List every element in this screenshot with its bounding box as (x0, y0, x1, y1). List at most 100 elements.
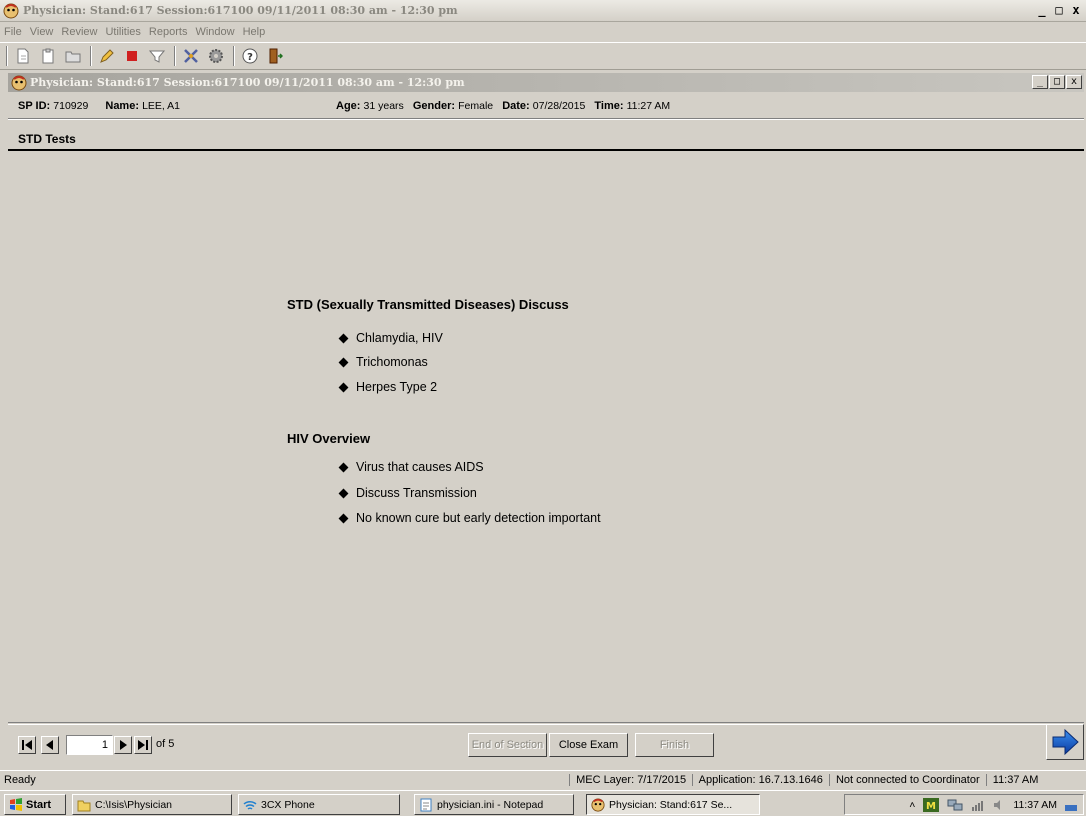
child-maximize-button[interactable]: □ (1049, 75, 1065, 89)
open-folder-button[interactable] (63, 46, 83, 66)
status-bar: Ready MEC Layer: 7/17/2015 Application: … (0, 770, 1086, 788)
new-document-button[interactable] (13, 46, 33, 66)
minimize-button[interactable]: _ (1034, 3, 1050, 17)
name-value: LEE, A1 (142, 100, 181, 112)
spid-label: SP ID: (18, 100, 51, 112)
taskbar-item-3cx-phone[interactable]: 3CX Phone (238, 794, 400, 815)
taskbar-item-notepad[interactable]: physician.ini - Notepad (414, 794, 574, 815)
next-page-button[interactable] (114, 736, 132, 754)
exit-door-icon (269, 48, 283, 64)
page-count: of 5 (156, 738, 175, 750)
toolbar-separator (6, 46, 8, 66)
status-divider (569, 774, 570, 787)
tray-clock[interactable]: 11:37 AM (1013, 799, 1057, 811)
last-page-button[interactable] (134, 736, 152, 754)
taskbar-item-explorer[interactable]: C:\Isis\Physician (72, 794, 232, 815)
window-title: Physician: Stand:617 Session:617100 09/1… (23, 4, 458, 17)
window-controls: _ □ x (1034, 3, 1084, 17)
stop-icon (127, 51, 137, 61)
diamond-bullet-icon (338, 382, 349, 392)
diamond-bullet-icon (338, 357, 349, 367)
date-label: Date: (502, 100, 530, 112)
taskbar-item-label: 3CX Phone (261, 798, 315, 811)
stop-button[interactable] (122, 46, 142, 66)
start-label: Start (26, 798, 52, 811)
menu-window[interactable]: Window (195, 26, 234, 38)
list-item-text: Discuss Transmission (356, 486, 477, 500)
name-label: Name: (105, 100, 139, 112)
folder-icon (77, 800, 91, 811)
first-page-button[interactable] (18, 736, 36, 754)
filter-button[interactable] (147, 46, 167, 66)
menu-help[interactable]: Help (243, 26, 266, 38)
show-desktop-icon[interactable] (1065, 799, 1077, 811)
finish-button[interactable]: Finish (635, 733, 714, 757)
list-item: Chlamydia, HIV (338, 331, 443, 345)
participant-id-row: SP ID: 710929 Name: LEE, A1 (18, 100, 194, 112)
tray-app-icon[interactable]: M (923, 797, 940, 812)
status-time: 11:37 AM (992, 774, 1039, 786)
tools-button[interactable] (181, 46, 201, 66)
list-item-text: No known cure but early detection import… (356, 511, 601, 525)
age-value: 31 years (363, 100, 404, 112)
nav-highlight (8, 724, 1084, 725)
physician-app-icon (591, 797, 605, 812)
help-button[interactable]: ? (240, 46, 260, 66)
child-close-button[interactable]: x (1066, 75, 1082, 89)
signal-strength-icon[interactable] (971, 799, 985, 811)
end-of-section-button[interactable]: End of Section (468, 733, 547, 757)
status-application: Application: 16.7.13.1646 (698, 774, 823, 786)
menu-utilities[interactable]: Utilities (105, 26, 140, 38)
list-item-text: Chlamydia, HIV (356, 331, 443, 345)
menu-view[interactable]: View (30, 26, 54, 38)
section-title: STD Tests (18, 132, 76, 146)
toolbar: ? (0, 42, 1086, 70)
help-icon: ? (242, 48, 258, 64)
info-divider (8, 118, 1084, 120)
page-number-input[interactable]: 1 (66, 735, 113, 755)
window-titlebar[interactable]: Physician: Stand:617 Session:617100 09/1… (0, 0, 1086, 22)
taskbar-item-label: C:\Isis\Physician (95, 798, 173, 811)
diamond-bullet-icon (338, 488, 349, 498)
exit-door-button[interactable] (265, 46, 285, 66)
wifi-icon (243, 800, 257, 810)
start-button[interactable]: Start (4, 794, 66, 815)
physician-app-icon (11, 75, 27, 90)
time-value: 11:27 AM (626, 100, 671, 112)
spid-value: 710929 (53, 100, 89, 112)
close-button[interactable]: x (1068, 3, 1084, 17)
open-folder-icon (65, 51, 81, 63)
windows-logo-icon (10, 797, 22, 811)
list-item-text: Virus that causes AIDS (356, 460, 484, 474)
child-window-controls: _ □ x (1032, 75, 1082, 89)
previous-page-icon (46, 740, 53, 750)
close-exam-button[interactable]: Close Exam (549, 733, 628, 757)
menu-review[interactable]: Review (61, 26, 97, 38)
right-arrow-icon (1052, 728, 1079, 756)
child-minimize-button[interactable]: _ (1032, 75, 1048, 89)
system-tray: ˄ M 11:37 AM (844, 794, 1084, 815)
diamond-bullet-icon (338, 513, 349, 523)
toolbar-separator (90, 46, 92, 66)
network-icon[interactable] (947, 798, 963, 812)
notepad-icon (420, 798, 432, 811)
taskbar-item-physician[interactable]: Physician: Stand:617 Se... (586, 794, 760, 815)
menu-file[interactable]: File (4, 26, 22, 38)
status-right: MEC Layer: 7/17/2015 Application: 16.7.1… (566, 774, 1039, 787)
tray-chevron-up-icon[interactable]: ˄ (909, 799, 915, 811)
status-coordinator: Not connected to Coordinator (835, 774, 980, 786)
last-page-icon (138, 740, 148, 750)
main-content: STD (Sexually Transmitted Diseases) Disc… (8, 151, 1084, 721)
menu-reports[interactable]: Reports (149, 26, 188, 38)
speaker-icon[interactable] (993, 799, 1005, 811)
clipboard-button[interactable] (38, 46, 58, 66)
child-window-titlebar[interactable]: Physician: Stand:617 Session:617100 09/1… (8, 73, 1084, 92)
previous-page-button[interactable] (41, 736, 59, 754)
maximize-button[interactable]: □ (1051, 3, 1067, 17)
pencil-button[interactable] (97, 46, 117, 66)
physician-app-icon (3, 3, 19, 18)
next-section-button[interactable] (1046, 724, 1084, 760)
status-divider (692, 774, 694, 787)
status-ready: Ready (4, 774, 36, 786)
settings-button[interactable] (206, 46, 226, 66)
